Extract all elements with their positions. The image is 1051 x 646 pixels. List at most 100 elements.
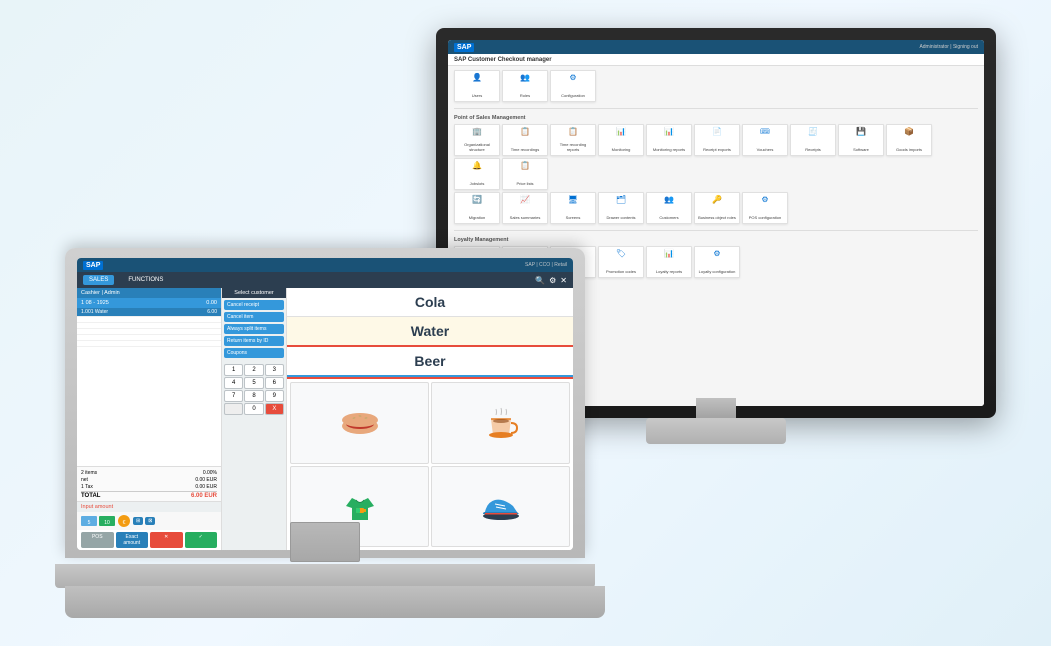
- tile-loyalty-reports[interactable]: 📊 Loyalty reports: [646, 246, 692, 278]
- biz-roles-icon: 🔑: [712, 196, 722, 204]
- numpad-8[interactable]: 8: [244, 390, 263, 402]
- five-note-icon[interactable]: 5: [81, 516, 97, 526]
- vouchers-icon: 🎟: [760, 128, 770, 136]
- product-cell-shoe[interactable]: [431, 466, 570, 548]
- tile-jobslots[interactable]: 🔔 Jobslots: [454, 158, 500, 190]
- monitoring-icon: 📊: [616, 128, 626, 136]
- tile-pos-config-label: POS configuration: [749, 216, 781, 221]
- tile-pos-config[interactable]: ⚙ POS configuration: [742, 192, 788, 224]
- pos-sap-logo: SAP: [83, 261, 103, 270]
- numpad-7[interactable]: 7: [224, 390, 243, 402]
- tile-monitoring[interactable]: 📊 Monitoring: [598, 124, 644, 156]
- numpad-empty: [224, 403, 243, 415]
- tile-loyalty-rep-label: Loyalty reports: [656, 270, 682, 275]
- monitor-stand-base: [646, 418, 786, 444]
- tile-receipts-label: Receipts: [805, 148, 821, 153]
- context-return-items[interactable]: Return items by ID: [224, 336, 284, 346]
- grid-btn-label: ⊠: [148, 518, 152, 524]
- tile-drawer[interactable]: 🗂 Drawer contents: [598, 192, 644, 224]
- context-split-items[interactable]: Always split items: [224, 324, 284, 334]
- product-cell-hotdog[interactable]: [290, 382, 429, 464]
- sap-logo: SAP: [454, 43, 474, 52]
- pos-receipt-header: 1 08 - 1925 0.00: [77, 298, 221, 308]
- search-icon[interactable]: 🔍: [535, 276, 545, 285]
- close-icon[interactable]: ✕: [560, 276, 567, 285]
- numpad-6[interactable]: 6: [265, 377, 284, 389]
- nav-sales[interactable]: SALES: [83, 275, 114, 285]
- tile-loyalty-config[interactable]: ⚙ Loyalty configuration: [694, 246, 740, 278]
- tile-goods-imports[interactable]: 📦 Goods imports: [886, 124, 932, 156]
- grid-btn[interactable]: ⊠: [145, 517, 155, 525]
- product-list: Cola Water Beer: [287, 288, 573, 379]
- tile-promo-codes[interactable]: 🏷 Promotion codes: [598, 246, 644, 278]
- product-cell-coffee[interactable]: [431, 382, 570, 464]
- subtotal-row: 2 items 0.00%: [81, 469, 217, 476]
- context-coupons[interactable]: Coupons: [224, 348, 284, 358]
- tile-screens[interactable]: 🖥 Screens: [550, 192, 596, 224]
- exact-amount-button[interactable]: Exact amount: [116, 532, 149, 548]
- numpad-row-4: 0 X: [224, 403, 284, 415]
- tile-vouchers[interactable]: 🎟 Vouchers: [742, 124, 788, 156]
- tile-monitoring-reports[interactable]: 📊 Monitoring reports: [646, 124, 692, 156]
- context-menu-header: Select customer: [222, 288, 286, 298]
- pos-cash-area: 5 10 €: [77, 512, 221, 530]
- admin-section: 👤 Users 👥 Roles ⚙ Configuration: [448, 66, 984, 106]
- admin-tiles: 👤 Users 👥 Roles ⚙ Configuration: [454, 70, 978, 102]
- pos-button[interactable]: POS: [81, 532, 114, 548]
- tile-receipts[interactable]: 🧾 Receipts: [790, 124, 836, 156]
- numpad-clear[interactable]: X: [265, 403, 284, 415]
- ten-note-icon[interactable]: 10: [99, 516, 115, 526]
- tile-screens-label: Screens: [566, 216, 581, 221]
- settings-icon[interactable]: ⚙: [549, 276, 556, 285]
- tile-org-structure[interactable]: 🏢 Organizational structure: [454, 124, 500, 156]
- tile-sales-summaries[interactable]: 📈 Sales summaries: [502, 192, 548, 224]
- numpad-5[interactable]: 5: [244, 377, 263, 389]
- laptop-touchpad: [290, 522, 360, 562]
- time-reports-icon: 📋: [568, 128, 578, 136]
- numpad-2[interactable]: 2: [244, 364, 263, 376]
- numpad-4[interactable]: 4: [224, 377, 243, 389]
- tax-val: 0.00 EUR: [195, 484, 217, 490]
- cash-notes: 5 10 €: [81, 514, 155, 528]
- numpad-9[interactable]: 9: [265, 390, 284, 402]
- tile-roles[interactable]: 👥 Roles: [502, 70, 548, 102]
- receipt-amount: 0.00: [206, 300, 217, 306]
- tile-biz-roles[interactable]: 🔑 Business object roles: [694, 192, 740, 224]
- product-item-cola[interactable]: Cola: [287, 288, 573, 317]
- tile-receipt-exports[interactable]: 📄 Receipt exports: [694, 124, 740, 156]
- tile-users[interactable]: 👤 Users: [454, 70, 500, 102]
- tile-price-lists[interactable]: 📋 Price lists: [502, 158, 548, 190]
- product-item-water[interactable]: Water: [287, 317, 573, 347]
- receipt-id: 1 08 - 1925: [81, 300, 109, 306]
- numpad-0[interactable]: 0: [244, 403, 263, 415]
- coin-icon[interactable]: €: [117, 514, 131, 528]
- cashier-label: Cashier | Admin: [81, 290, 120, 296]
- tile-customers[interactable]: 👥 Customers: [646, 192, 692, 224]
- receipt-item-water[interactable]: 1.001 Water 6.00: [77, 308, 221, 317]
- confirm-payment-button[interactable]: ✓: [185, 532, 218, 548]
- svg-text:10: 10: [104, 520, 110, 526]
- tile-configuration[interactable]: ⚙ Configuration: [550, 70, 596, 102]
- numpad-1[interactable]: 1: [224, 364, 243, 376]
- context-cancel-item[interactable]: Cancel item: [224, 312, 284, 322]
- receipt-empty-5: [77, 341, 221, 347]
- product-item-beer[interactable]: Beer: [287, 347, 573, 377]
- tile-time-recordings[interactable]: 📋 Time recordings: [502, 124, 548, 156]
- total-label: TOTAL: [81, 493, 100, 499]
- svg-text:5: 5: [88, 520, 91, 526]
- nav-functions[interactable]: FUNCTIONS: [122, 275, 169, 285]
- tile-software[interactable]: 💾 Software: [838, 124, 884, 156]
- cancel-payment-button[interactable]: ✕: [150, 532, 183, 548]
- users-icon: 👤: [472, 74, 482, 82]
- tile-time-reports[interactable]: 📋 Time recording reports: [550, 124, 596, 156]
- pos-nav-bar: SALES FUNCTIONS 🔍 ⚙ ✕: [77, 272, 573, 288]
- blue-action-btn[interactable]: ⊞: [133, 517, 143, 525]
- tile-users-label: Users: [472, 94, 482, 99]
- context-cancel-receipt[interactable]: Cancel receipt: [224, 300, 284, 310]
- tile-migration[interactable]: 🔄 Migration: [454, 192, 500, 224]
- pos-tiles-row1: 🏢 Organizational structure 📋 Time record…: [454, 124, 978, 190]
- header-user: Administrator | Signing out: [919, 44, 978, 50]
- item-name: 1.001 Water: [81, 309, 108, 315]
- tile-roles-label: Roles: [520, 94, 530, 99]
- numpad-3[interactable]: 3: [265, 364, 284, 376]
